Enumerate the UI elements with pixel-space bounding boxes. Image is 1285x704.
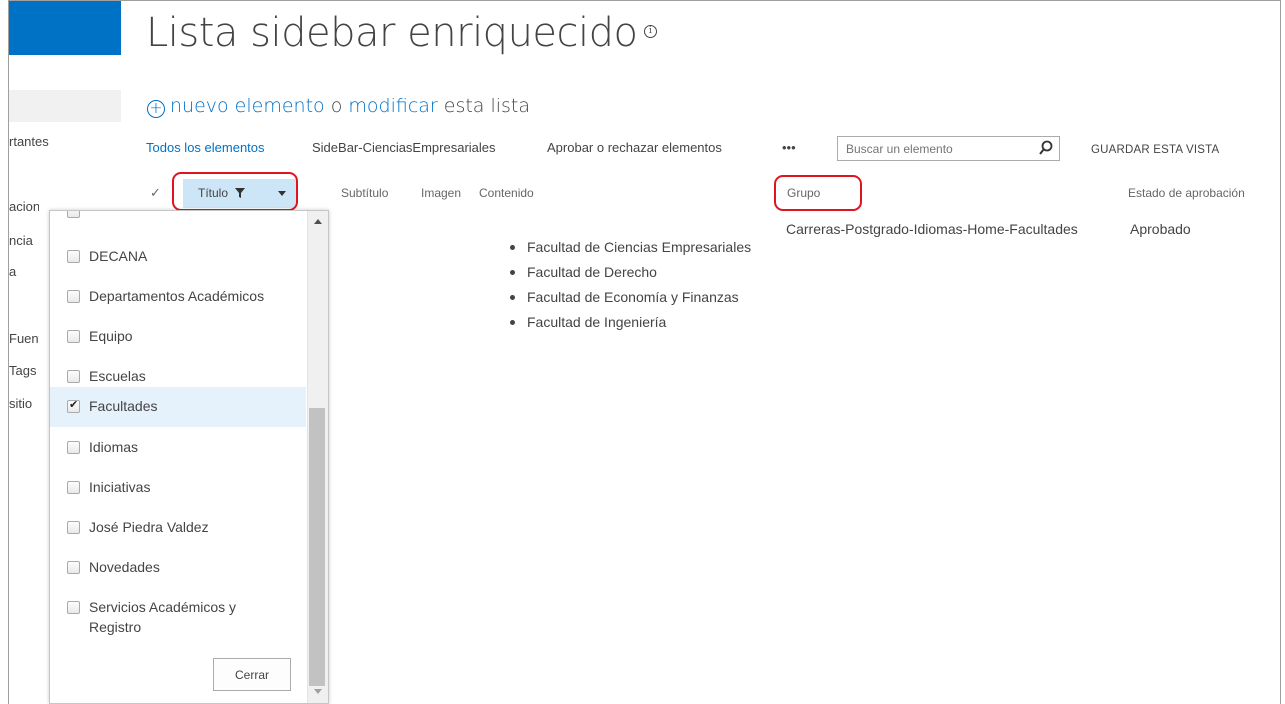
column-header-estado[interactable]: Estado de aprobación xyxy=(1128,186,1245,200)
filter-option-label: Novedades xyxy=(89,559,160,575)
filter-option-partial[interactable] xyxy=(50,211,306,221)
filter-checkbox-checked[interactable] xyxy=(67,398,80,413)
leftnav-item[interactable]: a xyxy=(9,264,39,279)
filter-checkbox[interactable] xyxy=(67,250,80,263)
leftnav-item[interactable]: ncia xyxy=(9,233,39,248)
close-button[interactable]: Cerrar xyxy=(213,658,291,691)
filter-option[interactable]: Iniciativas xyxy=(50,468,306,508)
filter-checkbox[interactable] xyxy=(67,481,80,494)
page-title-text: Lista sidebar enriquecido xyxy=(146,10,638,56)
list-item: Facultad de Ingeniería xyxy=(510,313,751,338)
filter-option-label: Equipo xyxy=(89,328,133,344)
info-icon[interactable]: i xyxy=(643,24,657,38)
scroll-up-arrow-icon[interactable] xyxy=(314,219,322,224)
leftnav-item[interactable]: rtantes xyxy=(9,134,69,149)
view-sidebar[interactable]: SideBar-CienciasEmpresariales xyxy=(312,140,496,155)
edit-list-link[interactable]: modificar xyxy=(348,95,437,117)
search-input[interactable] xyxy=(838,137,1028,161)
filter-option[interactable]: Servicios Académicos y Registro xyxy=(50,588,306,644)
this-list-text: esta lista xyxy=(437,95,531,117)
new-item-bar: + nuevo elemento o modificar esta lista xyxy=(147,95,530,118)
leftnav-item[interactable]: Fuent xyxy=(9,331,39,346)
filter-option-label: Iniciativas xyxy=(89,479,151,495)
new-item-link[interactable]: nuevo elemento xyxy=(170,95,325,117)
column-header-subtitulo[interactable]: Subtítulo xyxy=(341,186,388,200)
filter-checkbox[interactable] xyxy=(67,330,80,343)
row-grupo: Carreras-Postgrado-Idiomas-Home-Facultad… xyxy=(786,221,1078,237)
window-frame-top xyxy=(8,0,1281,1)
or-text: o xyxy=(324,95,349,117)
highlight-grupo xyxy=(774,175,862,211)
filter-option[interactable]: Novedades xyxy=(50,548,306,588)
list-item: Facultad de Economía y Finanzas xyxy=(510,288,751,313)
view-approve[interactable]: Aprobar o rechazar elementos xyxy=(547,140,722,155)
filter-option-label: Escuelas xyxy=(89,368,146,384)
filter-option[interactable]: Departamentos Académicos xyxy=(50,277,306,317)
filter-option[interactable]: Idiomas xyxy=(50,428,306,468)
filter-option[interactable]: José Piedra Valdez xyxy=(50,508,306,548)
filter-option-label-line2: Registro xyxy=(89,619,142,635)
view-all-items[interactable]: Todos los elementos xyxy=(146,140,265,155)
search-box[interactable] xyxy=(837,136,1060,161)
window-frame-right xyxy=(1280,0,1281,704)
scrollbar-thumb[interactable] xyxy=(309,408,325,686)
filter-option-label: Facultades xyxy=(89,398,158,414)
filter-option-label: Servicios Académicos y xyxy=(89,599,237,615)
leftnav-item[interactable]: Tags xyxy=(9,363,39,378)
filter-option-label: Idiomas xyxy=(89,439,139,455)
filter-checkbox[interactable] xyxy=(67,441,80,454)
brand-tile[interactable] xyxy=(9,1,121,55)
filter-checkbox[interactable] xyxy=(67,370,80,383)
leftnav-search-box[interactable] xyxy=(9,90,121,122)
filter-option-label: José Piedra Valdez xyxy=(89,519,209,535)
filter-option[interactable]: Equipo xyxy=(50,317,306,357)
add-icon[interactable]: + xyxy=(147,100,165,118)
filter-checkbox[interactable] xyxy=(67,211,80,218)
column-header-contenido[interactable]: Contenido xyxy=(479,186,534,200)
filter-option-selected[interactable]: Facultades xyxy=(50,387,306,427)
select-all-icon[interactable]: ✓ xyxy=(150,185,161,201)
filter-option[interactable]: DECANA xyxy=(50,237,306,277)
row-estado: Aprobado xyxy=(1130,221,1191,237)
list-item: Facultad de Ciencias Empresariales xyxy=(510,238,751,263)
filter-checkbox[interactable] xyxy=(67,561,80,574)
filter-dropdown: DECANA Departamentos Académicos Equipo E… xyxy=(49,210,329,704)
scroll-down-arrow-icon[interactable] xyxy=(314,689,322,694)
column-header-imagen[interactable]: Imagen xyxy=(421,186,461,200)
filter-option-label: Departamentos Académicos xyxy=(89,288,265,304)
search-icon[interactable] xyxy=(1039,140,1053,156)
leftnav-item[interactable]: sitio xyxy=(9,396,39,411)
filter-checkbox[interactable] xyxy=(67,290,80,303)
filter-checkbox[interactable] xyxy=(67,521,80,534)
more-views-icon[interactable]: ••• xyxy=(782,140,796,155)
save-view-button[interactable]: GUARDAR ESTA VISTA xyxy=(1091,144,1219,156)
page-title: Lista sidebar enriquecido i xyxy=(146,10,657,56)
row-contenido-list: Facultad de Ciencias Empresariales Facul… xyxy=(510,238,751,338)
filter-checkbox[interactable] xyxy=(67,601,80,614)
leftnav-item[interactable]: acion xyxy=(9,199,39,214)
filter-option-label: DECANA xyxy=(89,248,148,264)
list-item: Facultad de Derecho xyxy=(510,263,751,288)
highlight-titulo xyxy=(172,172,298,211)
